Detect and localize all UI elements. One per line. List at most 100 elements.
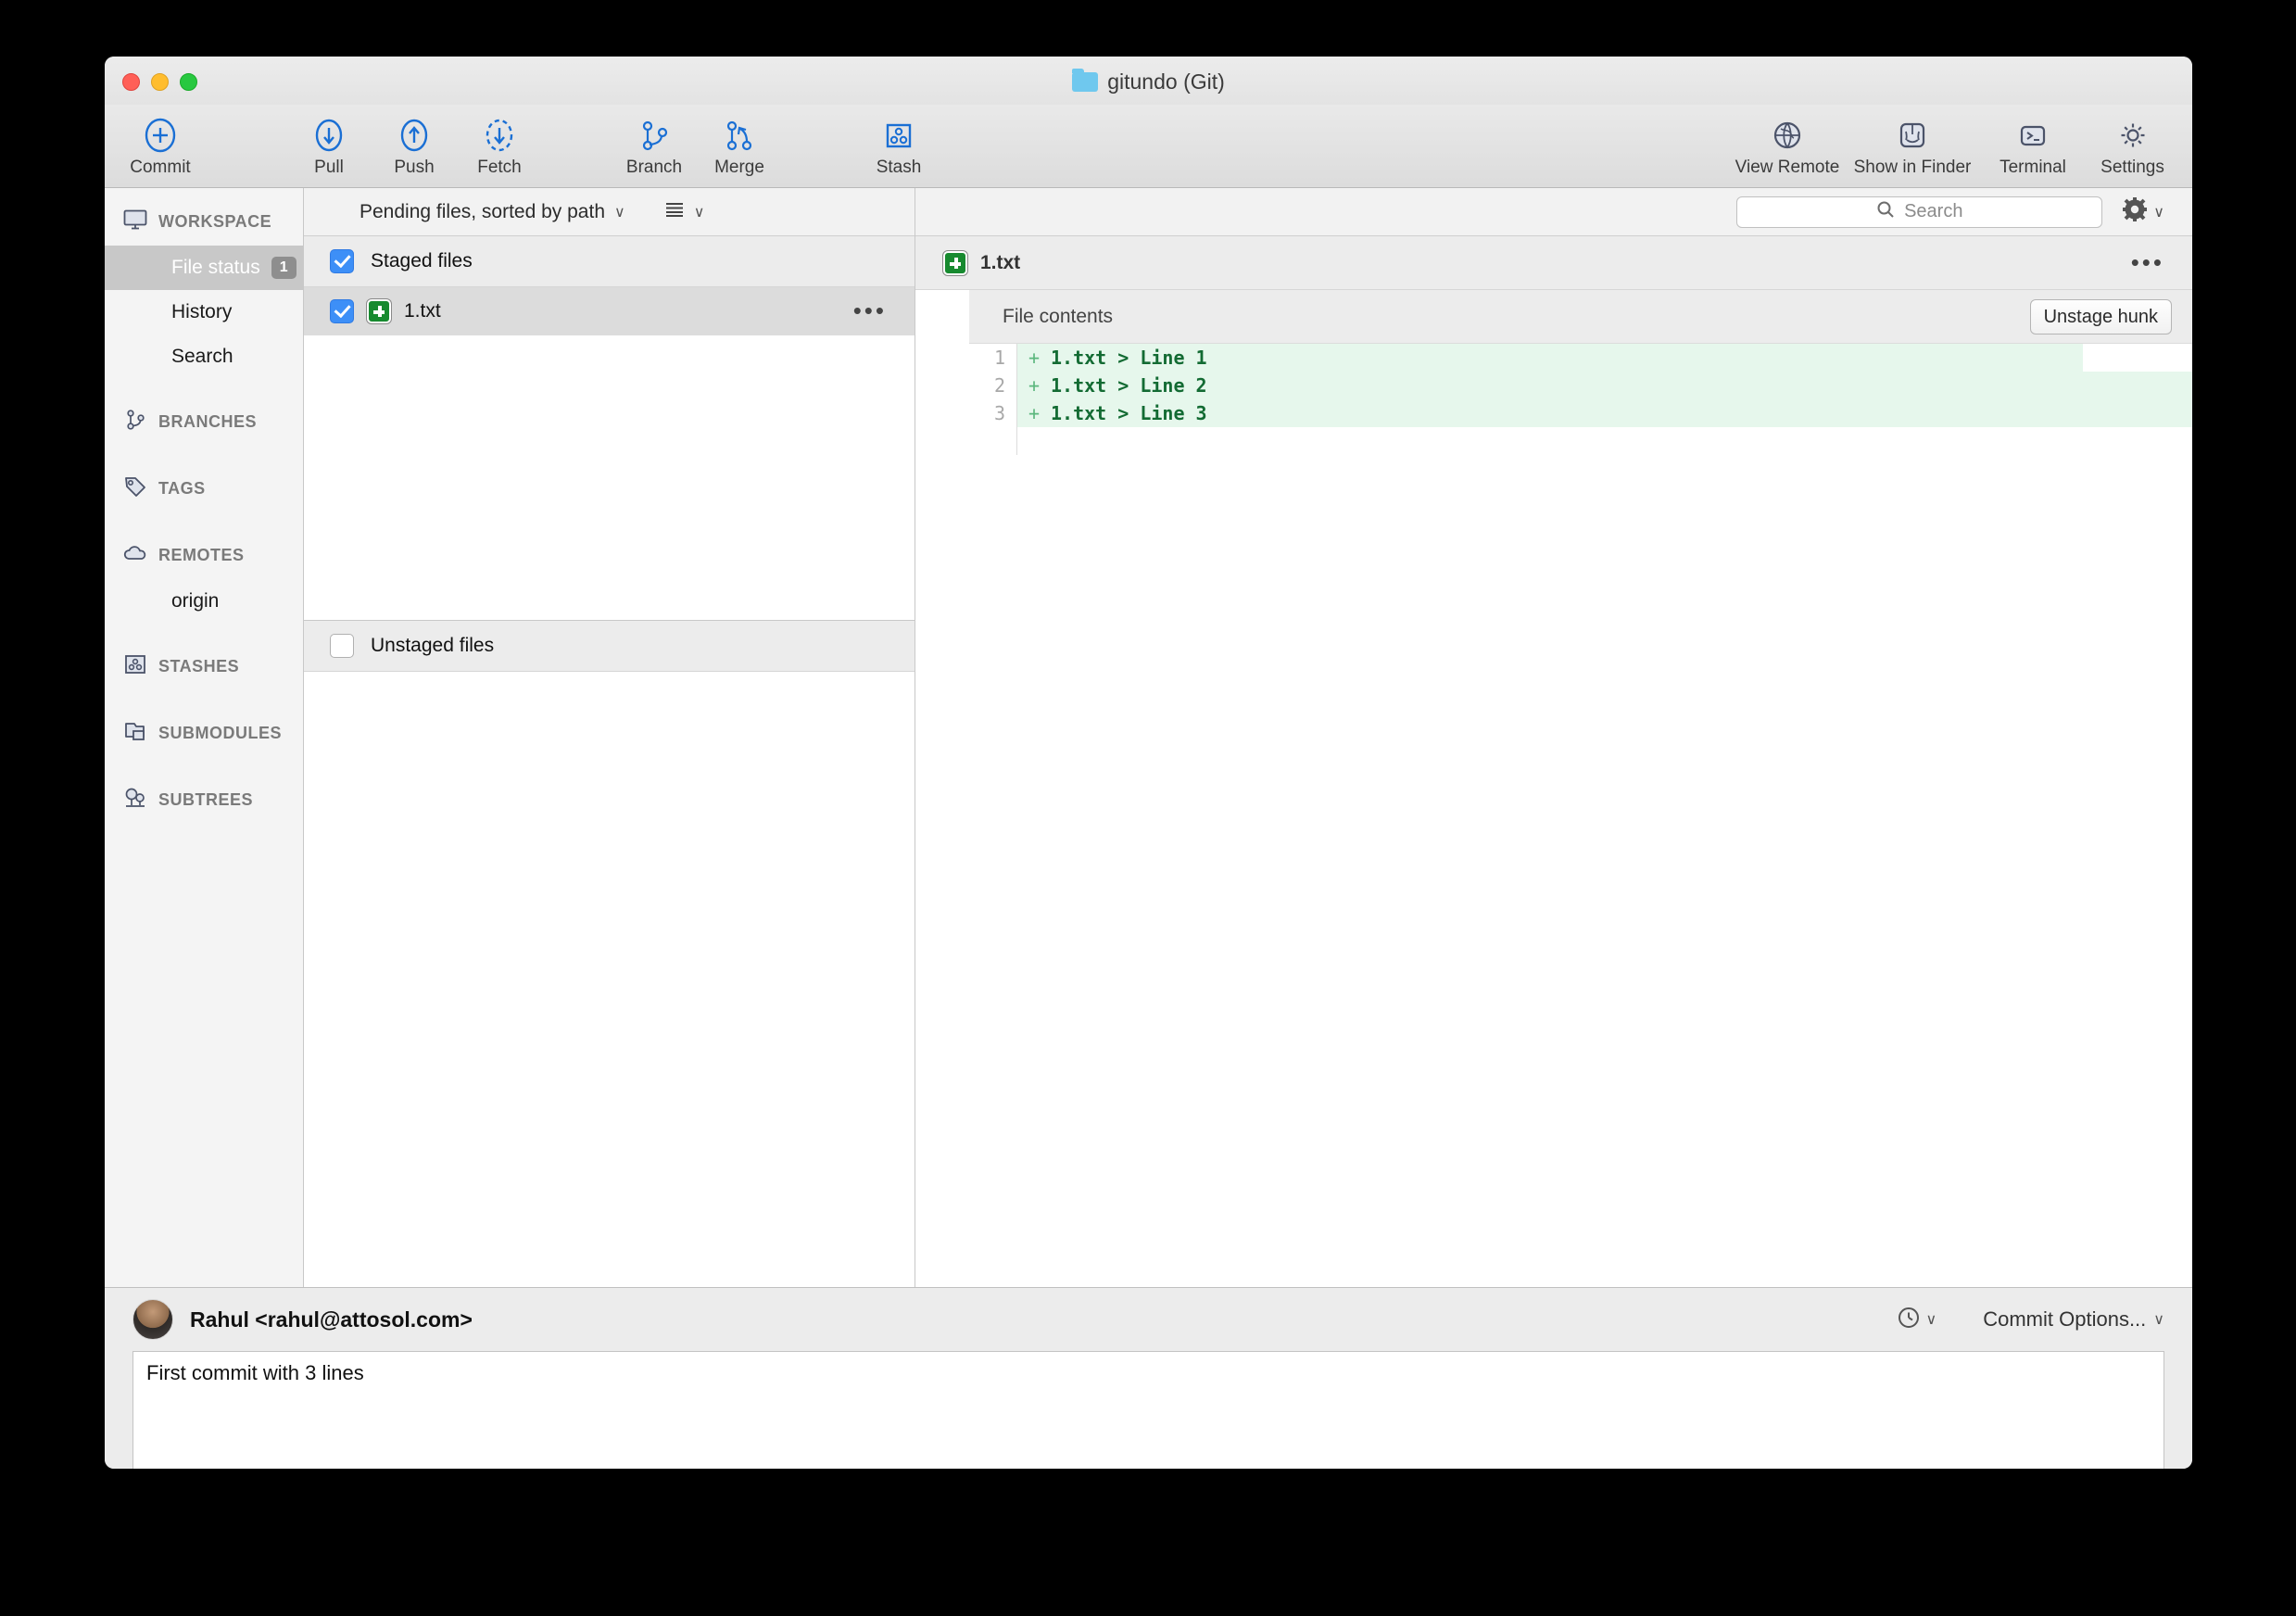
toolbar-show-in-finder-button[interactable]: Show in Finder — [1843, 105, 1982, 188]
view-mode-dropdown[interactable]: ∨ — [664, 201, 705, 222]
filter-dropdown[interactable]: Pending files, sorted by path ∨ — [360, 201, 625, 223]
sidebar-section-branches[interactable]: BRANCHES — [105, 398, 303, 446]
diff-line[interactable]: 1 + 1.txt > Line 1 — [969, 344, 2192, 372]
gear-icon — [2114, 114, 2151, 157]
settings-dropdown[interactable]: ∨ — [2123, 197, 2164, 226]
commit-header-right: ∨ Commit Options... ∨ — [1897, 1306, 2164, 1334]
sidebar-item-history[interactable]: History — [105, 290, 303, 335]
staged-files-header[interactable]: Staged files — [304, 236, 915, 287]
sidebar-section-submodules-label: SUBMODULES — [158, 723, 283, 742]
diff-gutter-tail — [969, 427, 1017, 455]
diff-lines: 1 + 1.txt > Line 1 2 + 1.txt > Line 2 3 … — [969, 344, 2192, 427]
merge-icon — [720, 114, 759, 157]
sidebar-section-submodules[interactable]: SUBMODULES — [105, 709, 303, 757]
staged-files-checkbox[interactable] — [330, 249, 354, 273]
stash-box-icon — [123, 652, 147, 681]
toolbar-merge-label: Merge — [714, 158, 764, 177]
sidebar-item-search[interactable]: Search — [105, 335, 303, 379]
toolbar-settings-label: Settings — [2100, 158, 2164, 177]
sidebar-section-branches-label: BRANCHES — [158, 411, 258, 431]
cloud-icon — [123, 544, 147, 567]
unstaged-files-pane: Unstaged files — [304, 621, 915, 1287]
sidebar-section-workspace[interactable]: WORKSPACE — [105, 197, 303, 246]
sidebar-section-tags[interactable]: TAGS — [105, 464, 303, 512]
diff-line[interactable]: 3 + 1.txt > Line 3 — [969, 399, 2192, 427]
clock-icon — [1897, 1306, 1921, 1334]
sidebar-item-search-label: Search — [171, 346, 233, 367]
filter-dropdown-label: Pending files, sorted by path — [360, 200, 606, 222]
commit-author: Rahul <rahul@attosol.com> — [190, 1307, 473, 1332]
diff-column: Search ∨ 1.txt ••• File contents Unstage… — [915, 188, 2192, 1287]
staged-files-pane: Staged files 1.txt ••• — [304, 236, 915, 621]
sidebar-item-origin[interactable]: origin — [105, 579, 303, 624]
toolbar-stash-label: Stash — [876, 158, 922, 177]
toolbar-settings-button[interactable]: Settings — [2084, 105, 2181, 188]
commit-time-dropdown[interactable]: ∨ — [1897, 1306, 1936, 1334]
commit-options-dropdown[interactable]: Commit Options... ∨ — [1983, 1307, 2164, 1332]
sidebar-section-subtrees-label: SUBTREES — [158, 789, 254, 809]
sidebar-item-file-status-label: File status — [171, 257, 260, 278]
toolbar-pull-label: Pull — [314, 158, 344, 177]
sidebar-item-file-status[interactable]: File status 1 — [105, 246, 303, 290]
toolbar-view-remote-button[interactable]: View Remote — [1732, 105, 1843, 188]
diff-more-icon[interactable]: ••• — [2131, 250, 2164, 273]
sidebar-section-subtrees[interactable]: SUBTREES — [105, 776, 303, 824]
window-title: gitundo (Git) — [105, 69, 2192, 95]
sidebar-section-stashes[interactable]: STASHES — [105, 642, 303, 690]
app-window: gitundo (Git) Commit Pull Push Fetch Bra… — [105, 57, 2192, 1469]
toolbar-branch-label: Branch — [625, 158, 683, 177]
diff-file-header: 1.txt ••• — [915, 236, 2192, 290]
table-row[interactable]: 1.txt ••• — [304, 287, 915, 335]
toolbar-terminal-label: Terminal — [2000, 158, 2066, 177]
toolbar-fetch-button[interactable]: Fetch — [457, 105, 542, 188]
toolbar-stash-button[interactable]: Stash — [856, 105, 941, 188]
file-list-column: Pending files, sorted by path ∨ ∨ Staged… — [304, 188, 915, 1287]
finder-face-icon — [1894, 114, 1931, 157]
diff-line[interactable]: 2 + 1.txt > Line 2 — [969, 372, 2192, 399]
submodule-icon — [123, 720, 147, 747]
toolbar-view-remote-label: View Remote — [1735, 158, 1840, 177]
toolbar-push-button[interactable]: Push — [372, 105, 457, 188]
toolbar-terminal-button[interactable]: Terminal — [1982, 105, 2084, 188]
toolbar: Commit Pull Push Fetch Branch Merge Stas… — [105, 105, 2192, 188]
diff-line-text: 1.txt > Line 3 — [1051, 402, 1207, 424]
tag-icon — [123, 474, 147, 503]
diff-line-sign: + — [1028, 402, 1041, 424]
commit-options-label: Commit Options... — [1983, 1307, 2147, 1331]
sidebar-section-remotes[interactable]: REMOTES — [105, 531, 303, 579]
diff-left-gutter — [915, 290, 969, 1287]
diff-line-number: 1 — [969, 344, 1017, 372]
unstage-hunk-button[interactable]: Unstage hunk — [2029, 299, 2172, 335]
chevron-down-icon: ∨ — [614, 204, 625, 221]
globe-icon — [1769, 114, 1806, 157]
commit-message-input[interactable]: First commit with 3 lines — [132, 1351, 2164, 1469]
toolbar-merge-button[interactable]: Merge — [697, 105, 782, 188]
chevron-down-icon: ∨ — [693, 204, 705, 221]
search-icon — [1876, 200, 1895, 223]
toolbar-fetch-label: Fetch — [477, 158, 522, 177]
toolbar-branch-button[interactable]: Branch — [612, 105, 697, 188]
diff-main: File contents Unstage hunk 1 + 1.txt > L… — [969, 290, 2192, 1287]
sidebar-section-tags-label: TAGS — [158, 478, 206, 498]
toolbar-commit-button[interactable]: Commit — [118, 105, 203, 188]
monitor-icon — [123, 209, 147, 234]
file-row-checkbox[interactable] — [330, 299, 354, 323]
file-row-more-icon[interactable]: ••• — [853, 299, 887, 322]
added-plus-icon — [943, 250, 967, 275]
diff-line-text: 1.txt > Line 1 — [1051, 347, 1207, 369]
search-input[interactable]: Search — [1736, 196, 2103, 228]
chevron-down-icon: ∨ — [2153, 1312, 2164, 1328]
push-up-arrow-circle-icon — [395, 114, 434, 157]
sidebar-section-remotes-label: REMOTES — [158, 545, 245, 564]
toolbar-pull-button[interactable]: Pull — [286, 105, 372, 188]
diff-line-number: 2 — [969, 372, 1017, 399]
diff-body: File contents Unstage hunk 1 + 1.txt > L… — [915, 290, 2192, 1287]
unstaged-files-header[interactable]: Unstaged files — [304, 621, 915, 672]
unstaged-files-checkbox[interactable] — [330, 634, 354, 658]
sidebar-section-stashes-label: STASHES — [158, 656, 240, 675]
sidebar-section-workspace-label: WORKSPACE — [158, 211, 272, 231]
